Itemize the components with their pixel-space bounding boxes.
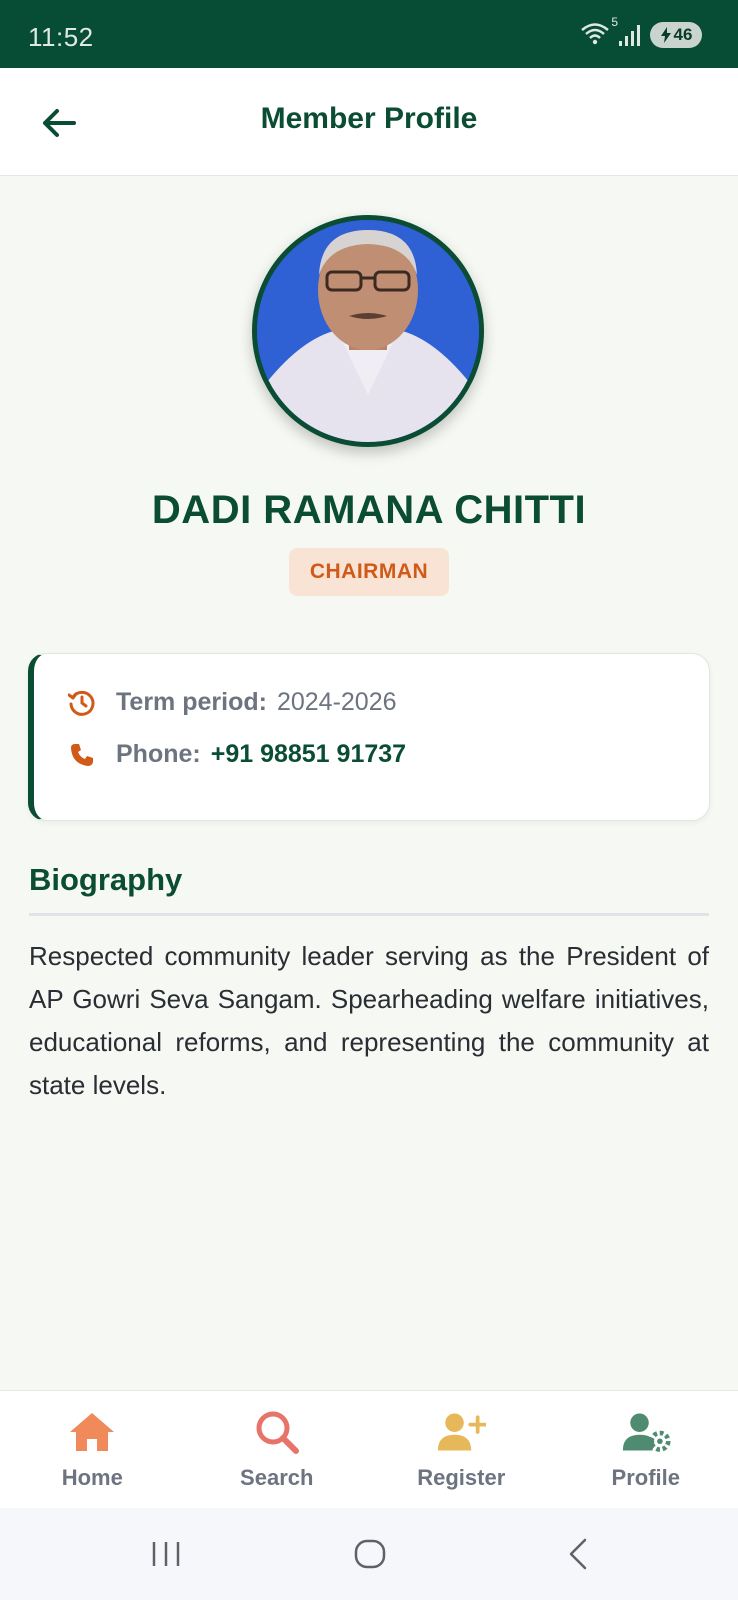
history-icon [68,689,96,717]
recents-icon [152,1542,180,1566]
user-settings-icon [621,1409,671,1455]
biography-heading: Biography [29,862,183,897]
charging-icon [660,27,671,43]
biography-text: Respected community leader serving as th… [29,941,709,1100]
nav-label-search: Search [240,1465,314,1490]
member-photo [252,215,484,447]
page-title: Member Profile [260,102,478,135]
nav-item-register[interactable]: Register [369,1391,554,1508]
chevron-left-icon [569,1538,587,1570]
battery-level: 46 [673,25,693,44]
term-period-row: Term period: 2024-2026 [68,688,397,717]
system-nav-bar [0,1508,738,1600]
home-system-button[interactable] [348,1532,392,1576]
nav-label-home: Home [61,1465,123,1490]
app-bar: Member Profile [0,68,738,176]
signal-icon [619,25,640,46]
phone-value[interactable]: +91 98851 91737 [211,740,406,769]
nav-label-register: Register [417,1465,506,1490]
role-badge: CHAIRMAN [289,548,449,596]
wifi-icon: 5 [580,15,618,50]
nav-item-search[interactable]: Search [185,1391,370,1508]
info-card: Term period: 2024-2026 Phone: +91 98851 … [28,653,710,821]
member-portrait [257,220,479,442]
status-bar: 11:52 5 46 [0,0,738,68]
status-icons: 5 46 [580,15,702,50]
wifi-badge: 5 [611,14,618,29]
phone-icon [68,741,96,769]
term-label: Term period: [116,688,267,716]
member-name: DADI RAMANA CHITTI [151,488,587,532]
battery-indicator: 46 [650,22,702,48]
recents-button[interactable] [144,1532,188,1576]
add-user-icon [436,1409,487,1455]
term-value: 2024-2026 [276,688,397,716]
nav-label-profile: Profile [611,1465,680,1490]
phone-label: Phone: [116,740,201,768]
phone-row[interactable]: Phone: +91 98851 91737 [68,740,406,769]
status-time: 11:52 [28,22,94,52]
nav-item-home[interactable]: Home [0,1391,185,1508]
search-icon [252,1409,302,1455]
home-icon [67,1409,117,1455]
bottom-nav: Home Search Register Profile [0,1390,738,1508]
home-circle-icon [354,1539,386,1569]
system-back-button[interactable] [556,1532,600,1576]
nav-item-profile[interactable]: Profile [554,1391,738,1508]
divider [29,913,709,916]
